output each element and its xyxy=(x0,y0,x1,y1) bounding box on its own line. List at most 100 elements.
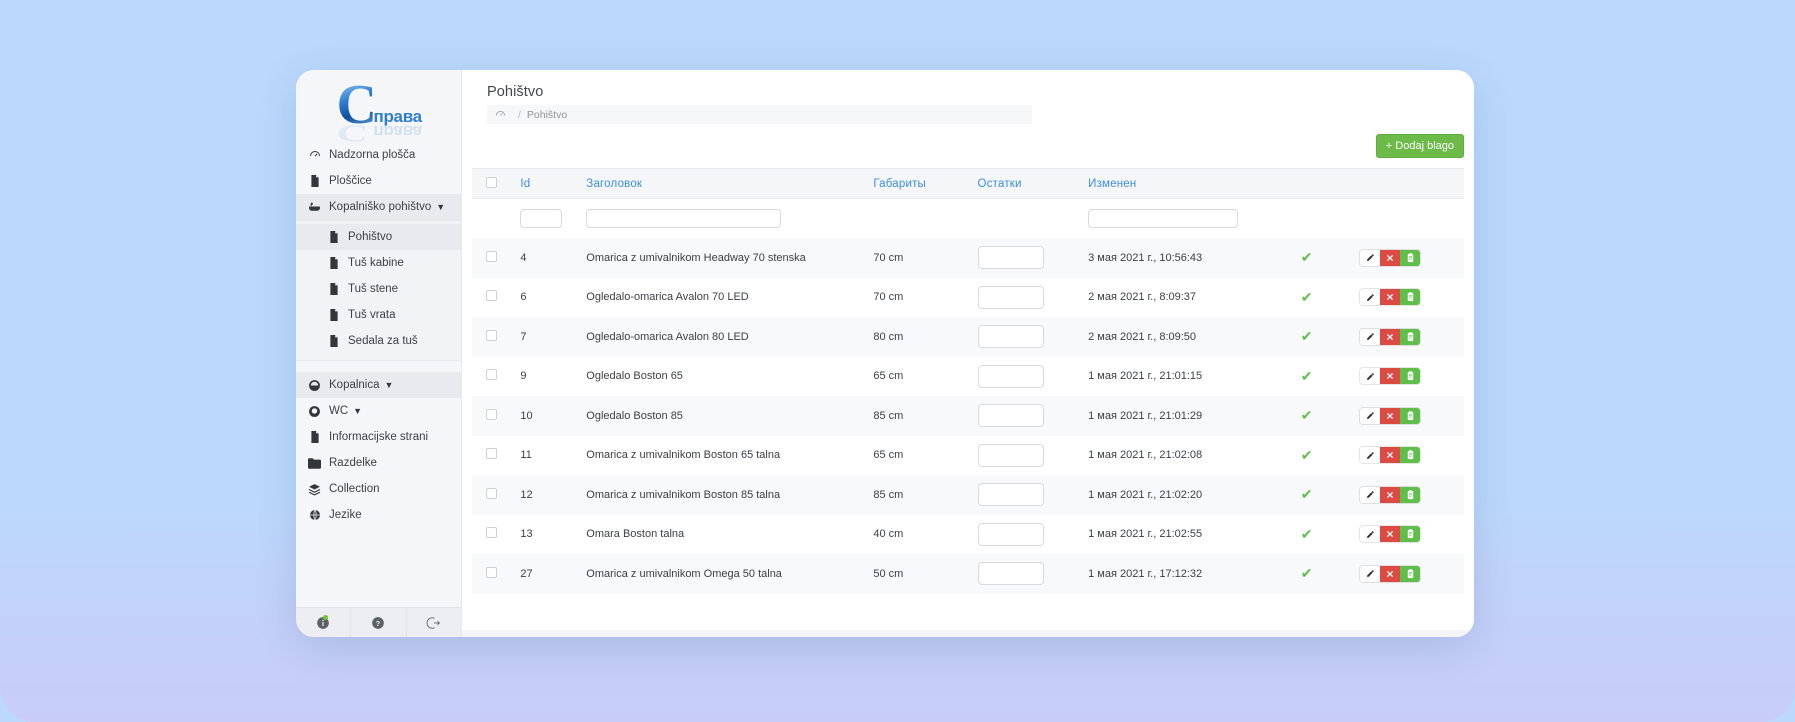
sidebar-item-jezike[interactable]: Jezike xyxy=(296,502,461,528)
row-checkbox[interactable] xyxy=(486,290,497,302)
remainder-input[interactable] xyxy=(977,246,1044,270)
filter-title-input[interactable] xyxy=(586,209,782,228)
sidebar-item-label: WC xyxy=(329,405,349,417)
row-cell-dimensions: 40 cm xyxy=(873,528,904,541)
sidebar-item-sedala-za-tus[interactable]: Sedala za tuš xyxy=(296,328,461,354)
column-header-modified[interactable]: Изменен xyxy=(1080,168,1293,199)
edit-row-button[interactable] xyxy=(1360,289,1381,306)
delete-row-button[interactable] xyxy=(1380,486,1401,503)
row-cell-remainders xyxy=(970,515,1081,555)
delete-row-button[interactable] xyxy=(1380,565,1401,582)
remainder-input[interactable] xyxy=(977,562,1044,586)
column-header-title[interactable]: Заголовок xyxy=(578,168,866,199)
sidebar-item-kopalnisko-pohistvo[interactable]: Kopalniško pohištvo ▼ xyxy=(296,194,461,220)
brand-logo[interactable]: C права C права xyxy=(296,70,461,147)
toolbar: + Dodaj blago xyxy=(462,124,1474,168)
table-row[interactable]: 13 Omara Boston talna 40 cm 1 мая 2021 г., … xyxy=(472,515,1464,555)
row-checkbox[interactable] xyxy=(486,250,497,262)
table-row[interactable]: 11 Omarica z umivalnikom Boston 65 talna 6… xyxy=(472,436,1464,476)
row-action-group xyxy=(1360,249,1421,266)
table-filter-row xyxy=(472,199,1464,239)
sidebar-item-tus-stene[interactable]: Tuš stene xyxy=(296,276,461,302)
sidebar-item-tus-kabine[interactable]: Tuš kabine xyxy=(296,250,461,276)
table-row[interactable]: 27 Omarica z umivalnikom Omega 50 talna 50… xyxy=(472,554,1464,594)
row-cell-status: ✔ xyxy=(1293,515,1353,555)
delete-row-button[interactable] xyxy=(1380,447,1401,464)
table-row[interactable]: 6 Ogledalo-omarica Avalon 70 LED 70 cm 2 ма… xyxy=(472,278,1464,318)
row-checkbox[interactable] xyxy=(486,487,497,499)
add-item-button[interactable]: + Dodaj blago xyxy=(1375,133,1464,159)
sidebar-item-razdelke[interactable]: Razdelke xyxy=(296,450,461,476)
select-all-checkbox[interactable] xyxy=(486,176,497,188)
sidebar-item-label: Tuš stene xyxy=(348,283,399,295)
copy-row-button[interactable] xyxy=(1400,328,1421,345)
copy-row-button[interactable] xyxy=(1400,486,1421,503)
edit-row-button[interactable] xyxy=(1360,328,1381,345)
row-checkbox[interactable] xyxy=(486,527,497,539)
delete-row-button[interactable] xyxy=(1380,289,1401,306)
row-cell-actions xyxy=(1352,554,1464,594)
home-dashboard-icon[interactable] xyxy=(495,109,506,120)
remainder-input[interactable] xyxy=(977,285,1044,309)
edit-row-button[interactable] xyxy=(1360,486,1381,503)
filter-id-input[interactable] xyxy=(520,209,563,228)
copy-row-button[interactable] xyxy=(1400,526,1421,543)
table-bottom-edge xyxy=(462,630,1474,637)
edit-row-button[interactable] xyxy=(1360,249,1381,266)
remainder-input[interactable] xyxy=(977,443,1044,467)
edit-row-button[interactable] xyxy=(1360,407,1381,424)
sidebar-item-ploscice[interactable]: Ploščice xyxy=(296,168,461,194)
copy-row-button[interactable] xyxy=(1400,407,1421,424)
table-row[interactable]: 4 Omarica z umivalnikom Headway 70 stensk… xyxy=(472,238,1464,278)
copy-row-button[interactable] xyxy=(1400,249,1421,266)
column-header-status xyxy=(1292,168,1353,199)
sidebar-item-informacijske-strani[interactable]: Informacijske strani xyxy=(296,424,461,450)
table-row[interactable]: 12 Omarica z umivalnikom Boston 85 talna 8… xyxy=(472,475,1464,515)
sidebar-item-tus-vrata[interactable]: Tuš vrata xyxy=(296,302,461,328)
row-cell-title: Ogledalo-omarica Avalon 80 LED xyxy=(586,330,749,343)
column-header-remainders[interactable]: Остатки xyxy=(969,168,1081,199)
row-cell-status: ✔ xyxy=(1293,436,1353,476)
copy-row-button[interactable] xyxy=(1400,289,1421,306)
filter-modified-input[interactable] xyxy=(1088,209,1239,228)
table-row[interactable]: 9 Ogledalo Boston 65 65 cm 1 мая 2021 г., 2… xyxy=(472,357,1464,397)
table-row[interactable]: 7 Ogledalo-omarica Avalon 80 LED 80 cm 2 ма… xyxy=(472,317,1464,357)
sidebar-item-kopalnica[interactable]: Kopalnica ▼ xyxy=(296,372,461,398)
copy-row-button[interactable] xyxy=(1400,447,1421,464)
row-checkbox[interactable] xyxy=(486,369,497,381)
row-checkbox[interactable] xyxy=(486,329,497,341)
edit-row-button[interactable] xyxy=(1360,447,1381,464)
help-icon[interactable]: ? xyxy=(351,608,407,637)
edit-row-button[interactable] xyxy=(1360,565,1381,582)
remainder-input[interactable] xyxy=(977,483,1044,507)
delete-row-button[interactable] xyxy=(1380,249,1401,266)
sidebar-item-wc[interactable]: WC ▼ xyxy=(296,398,461,424)
column-header-id[interactable]: Id xyxy=(512,168,579,199)
sidebar-item-collection[interactable]: Collection xyxy=(296,476,461,502)
remainder-input[interactable] xyxy=(977,325,1044,349)
sidebar-item-nadzorna-plosca[interactable]: Nadzorna plošča xyxy=(296,142,461,168)
row-checkbox[interactable] xyxy=(486,566,497,578)
row-cell-modified: 3 мая 2021 г., 10:56:43 xyxy=(1088,251,1203,264)
remainder-input[interactable] xyxy=(977,364,1044,388)
info-icon[interactable] xyxy=(296,608,352,637)
delete-row-button[interactable] xyxy=(1380,526,1401,543)
table-row[interactable]: 10 Ogledalo Boston 85 85 cm 1 мая 2021 г., … xyxy=(472,396,1464,436)
edit-row-button[interactable] xyxy=(1360,368,1381,385)
copy-row-button[interactable] xyxy=(1400,368,1421,385)
copy-row-button[interactable] xyxy=(1400,565,1421,582)
remainder-input[interactable] xyxy=(977,404,1044,428)
edit-row-button[interactable] xyxy=(1360,526,1381,543)
logout-icon[interactable] xyxy=(407,608,461,637)
chevron-down-icon: ▼ xyxy=(436,201,446,212)
delete-row-button[interactable] xyxy=(1380,368,1401,385)
remainder-input[interactable] xyxy=(977,522,1044,546)
row-cell-select xyxy=(472,357,512,397)
column-header-dimensions[interactable]: Габариты xyxy=(865,168,970,199)
logo-letter: C xyxy=(336,74,377,136)
delete-row-button[interactable] xyxy=(1380,328,1401,345)
row-checkbox[interactable] xyxy=(486,408,497,420)
sidebar-item-pohistvo[interactable]: Pohištvo xyxy=(296,224,461,250)
row-checkbox[interactable] xyxy=(486,448,497,460)
delete-row-button[interactable] xyxy=(1380,407,1401,424)
